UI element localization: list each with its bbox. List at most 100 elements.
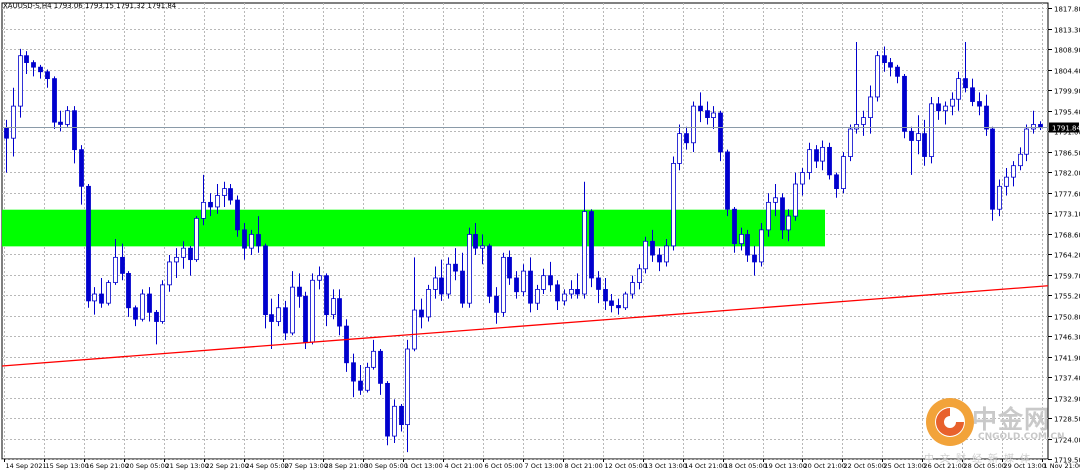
candle-body — [684, 133, 689, 144]
x-tick-label: 22 Sep 21:00 — [206, 462, 249, 470]
candle-body — [494, 295, 499, 313]
y-tick-label: 1804.40 — [1054, 68, 1080, 76]
candle-body — [739, 234, 744, 245]
watermark-url: CNGOLD.COM.CN — [978, 432, 1065, 442]
y-tick-label: 1737.40 — [1054, 375, 1080, 383]
x-tick-label: 20 Oct 21:00 — [804, 462, 846, 470]
candle-body — [99, 293, 104, 304]
candle-body — [780, 197, 785, 231]
candle-body — [45, 71, 50, 80]
candle-body — [854, 124, 859, 130]
candle-body — [528, 270, 533, 304]
candle-body — [453, 263, 458, 272]
candle-body — [664, 245, 669, 263]
candle-body — [521, 270, 526, 293]
candle-body — [18, 55, 23, 107]
candle-body — [868, 96, 873, 118]
y-tick-label: 1768.60 — [1054, 232, 1080, 240]
candle-body — [650, 240, 655, 256]
candle-body — [535, 289, 540, 304]
candle-body — [317, 275, 322, 281]
candle-body — [297, 286, 302, 297]
candle-body — [895, 66, 900, 77]
candle-body — [11, 105, 16, 139]
x-tick-label: 14 Sep 2021 — [6, 462, 47, 470]
candle-body — [276, 307, 281, 322]
y-tick-label: 1786.50 — [1054, 150, 1080, 158]
x-tick-label: 24 Sep 05:00 — [246, 462, 289, 470]
y-tick-label: 1799.90 — [1054, 88, 1080, 96]
candle-body — [922, 133, 927, 157]
candle-body — [609, 300, 614, 306]
candle-body — [732, 208, 737, 245]
candle-body — [637, 268, 642, 283]
candle-body — [487, 245, 492, 297]
candle-body — [623, 293, 628, 309]
candle-body — [256, 234, 261, 247]
candle-body — [38, 66, 43, 73]
candle-body — [725, 151, 730, 210]
candle-body — [1018, 153, 1023, 167]
candle-body — [555, 284, 560, 302]
candle-body — [215, 195, 220, 208]
candle-body — [630, 282, 635, 295]
y-tick-label: 1764.20 — [1054, 252, 1080, 260]
candle-body — [990, 128, 995, 210]
candle-body — [569, 289, 574, 295]
candle-body — [773, 197, 778, 203]
y-tick-label: 1746.30 — [1054, 334, 1080, 342]
y-tick-label: 1755.20 — [1054, 293, 1080, 301]
candle-body — [718, 112, 723, 153]
x-tick-label: 13 Oct 13:00 — [645, 462, 687, 470]
candle-body — [344, 325, 349, 364]
candle-body — [800, 172, 805, 185]
candle-body — [24, 55, 29, 63]
candle-body — [956, 78, 961, 100]
candle-body — [371, 350, 376, 368]
candle-body — [582, 211, 587, 295]
candle-body — [705, 110, 710, 118]
candle-body — [79, 149, 84, 187]
candle-body — [324, 275, 329, 316]
x-tick-label: 19 Oct 13:00 — [765, 462, 807, 470]
candle-body — [473, 234, 478, 249]
y-tick-label: 1813.30 — [1054, 27, 1080, 35]
candle-body — [405, 348, 410, 426]
candle-body — [882, 55, 887, 63]
candle-body — [936, 103, 941, 112]
x-tick-label: 4 Oct 21:00 — [445, 462, 483, 470]
candle-body — [616, 305, 621, 309]
candle-body — [1024, 128, 1029, 155]
candle-body — [58, 121, 63, 125]
candle-body — [331, 298, 336, 316]
candle-body — [970, 87, 975, 102]
candle-body — [745, 234, 750, 256]
candle-body — [541, 275, 546, 290]
x-tick-label: 14 Oct 21:00 — [685, 462, 727, 470]
current-price-label: 1791.84 — [1052, 125, 1080, 133]
candle-body — [399, 405, 404, 426]
candle-body — [507, 256, 512, 279]
candle-body — [351, 362, 356, 382]
candle-body — [86, 185, 91, 302]
candle-body — [385, 382, 390, 437]
x-tick-label: 6 Oct 05:00 — [485, 462, 523, 470]
x-tick-label: 28 Sep 21:00 — [325, 462, 368, 470]
candle-body — [290, 286, 295, 334]
y-tick-label: 1750.80 — [1054, 314, 1080, 322]
candle-body — [120, 256, 125, 274]
x-tick-label: 18 Oct 05:00 — [725, 462, 767, 470]
candle-body — [365, 366, 370, 391]
x-tick-label: 22 Oct 05:00 — [844, 462, 886, 470]
y-tick-label: 1777.60 — [1054, 191, 1080, 199]
candle-body — [147, 293, 152, 313]
candle-body — [133, 307, 138, 320]
candle-body — [671, 163, 676, 247]
candle-body — [603, 289, 608, 302]
candle-body — [548, 275, 553, 286]
candle-body — [786, 215, 791, 231]
candle-body — [31, 62, 36, 68]
candle-body — [392, 405, 397, 437]
x-tick-label: 21 Sep 13:00 — [166, 462, 209, 470]
x-tick-label: 15 Sep 13:00 — [46, 462, 89, 470]
